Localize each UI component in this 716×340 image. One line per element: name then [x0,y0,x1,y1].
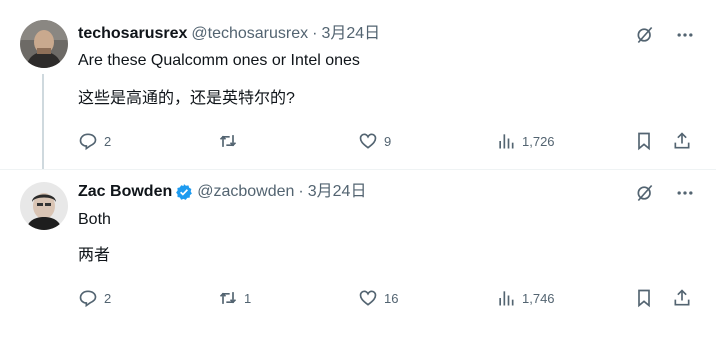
author-name[interactable]: techosarusrex [78,24,187,44]
avatar[interactable] [20,20,68,68]
like-icon [359,133,377,149]
views-count: 1,726 [522,133,555,149]
share-icon [674,132,690,149]
separator: · [312,25,318,42]
tweet-text-line: Both [78,211,111,228]
verified-icon [175,183,193,201]
author-handle[interactable]: @zacbowden [197,182,294,202]
tweet[interactable]: techosarusrex @techosarusrex · 3月24日 Are… [0,0,716,170]
tweet-date[interactable]: 3月24日 [321,24,380,44]
retweet-count: 1 [244,290,252,306]
more-icon[interactable] [674,24,696,46]
tweet[interactable]: Zac Bowden @zacbowden · 3月24日 Both 两者 2 … [0,170,716,340]
avatar[interactable] [20,182,68,230]
thread-line [42,74,44,170]
author-handle[interactable]: @techosarusrex [191,24,308,44]
tweet-top-actions [634,24,696,46]
tweet-actions: 2 9 1,726 [78,131,698,155]
reply-count: 2 [104,133,112,149]
retweet-icon [219,292,237,304]
separator: · [298,183,304,200]
views-button[interactable]: 1,746 [496,288,555,308]
tweet-header: Zac Bowden @zacbowden · 3月24日 [78,182,366,202]
retweet-icon [219,135,237,147]
more-icon[interactable] [674,182,696,204]
tweet-actions: 2 1 16 1,746 [78,288,698,312]
like-icon [359,290,377,306]
share-icon [674,289,690,306]
like-count: 9 [384,133,392,149]
like-count: 16 [384,290,399,306]
tweet-date[interactable]: 3月24日 [308,182,367,202]
views-icon [499,134,514,149]
share-button[interactable] [672,131,692,151]
tweet-text-line: 这些是高通的，还是英特尔的? [78,90,295,107]
share-button[interactable] [672,288,692,308]
views-count: 1,746 [522,290,555,306]
bookmark-icon [638,289,650,308]
like-button[interactable]: 9 [358,131,391,151]
retweet-button[interactable]: 1 [218,288,251,308]
reply-icon [79,133,97,151]
bookmark-button[interactable] [634,288,654,308]
reply-button[interactable]: 2 [78,288,111,308]
reply-icon [79,290,97,308]
like-button[interactable]: 16 [358,288,398,308]
tweet-text-line: 两者 [78,247,111,264]
reply-count: 2 [104,290,112,306]
views-icon [499,291,514,306]
grok-icon[interactable] [634,182,656,204]
author-name[interactable]: Zac Bowden [78,182,172,202]
views-button[interactable]: 1,726 [496,131,555,151]
tweet-top-actions [634,182,696,204]
tweet-header: techosarusrex @techosarusrex · 3月24日 [78,24,380,44]
bookmark-icon [638,132,650,151]
reply-button[interactable]: 2 [78,131,111,151]
grok-icon[interactable] [634,24,656,46]
bookmark-button[interactable] [634,131,654,151]
tweet-text-line: Are these Qualcomm ones or Intel ones [78,52,360,69]
retweet-button[interactable] [218,131,244,151]
